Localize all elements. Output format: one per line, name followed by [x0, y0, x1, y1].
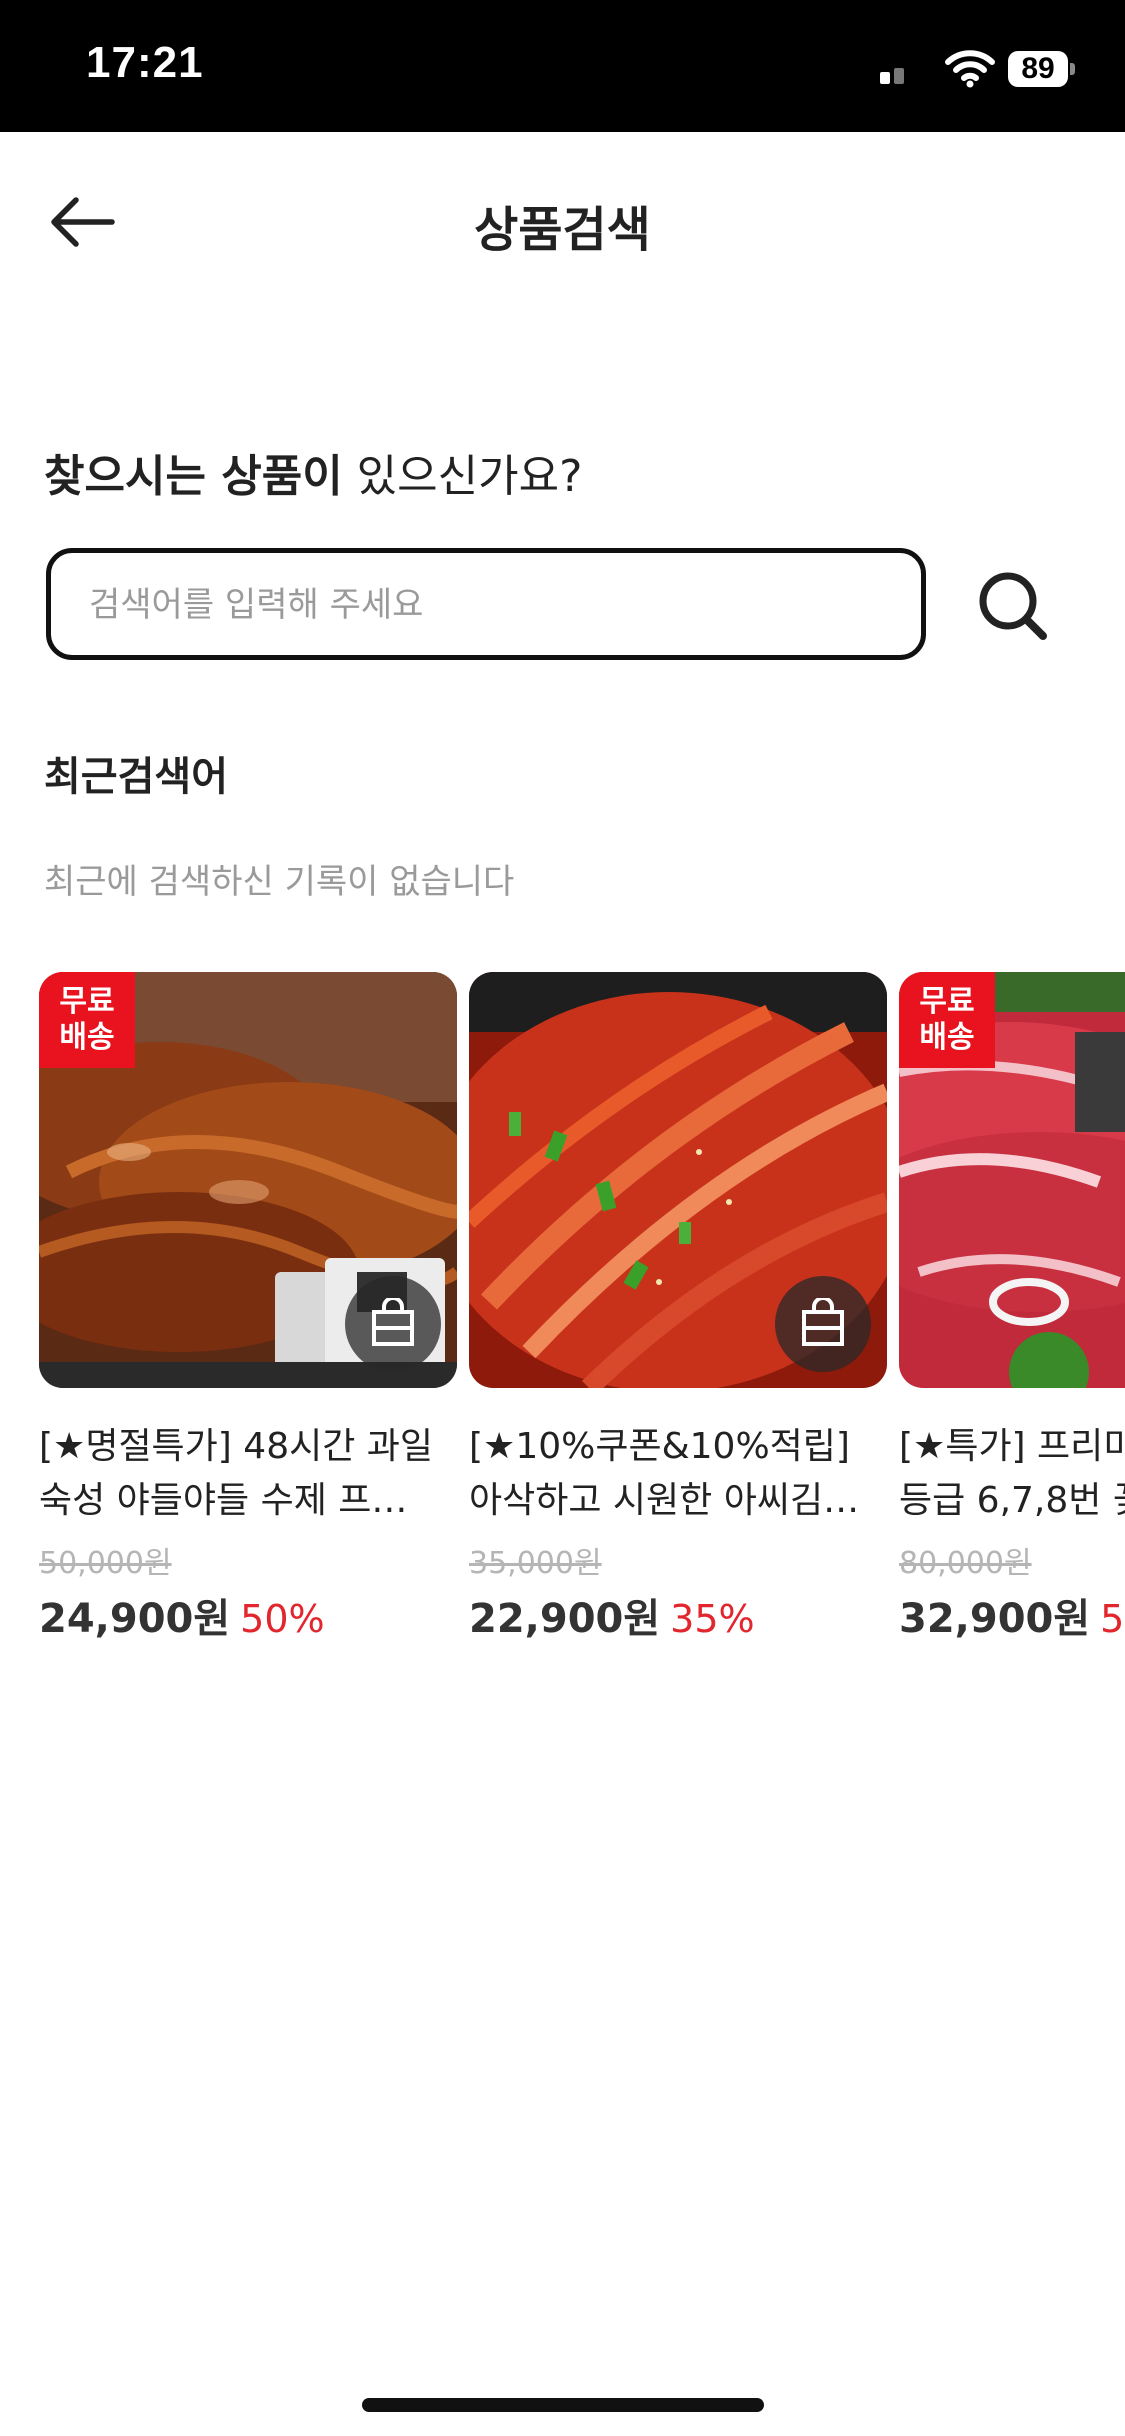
magnifier-icon: [979, 572, 1047, 640]
add-to-cart-button[interactable]: [775, 1276, 871, 1372]
search-input[interactable]: [87, 553, 891, 657]
sale-price: 22,900원: [469, 1596, 661, 1642]
search-box[interactable]: [46, 548, 926, 660]
price-row: 32,900원59: [899, 1586, 1125, 1644]
header: 상품검색: [0, 132, 1125, 308]
product-name-line1: [★10%쿠폰&10%적립]: [469, 1426, 850, 1467]
battery-icon: 89: [1008, 51, 1075, 87]
add-to-cart-button[interactable]: [345, 1276, 441, 1372]
battery-level: 89: [1008, 51, 1068, 87]
original-price: 80,000원: [899, 1546, 1032, 1581]
original-price: 50,000원: [39, 1546, 172, 1581]
sale-price: 24,900원: [39, 1596, 231, 1642]
free-shipping-badge: 무료 배송: [899, 972, 995, 1068]
product-image: 무료 배송: [39, 972, 457, 1388]
discount-rate: 50%: [240, 1597, 325, 1641]
shopping-bag-icon: [372, 1298, 414, 1346]
product-image: 무료 배송: [899, 972, 1125, 1388]
price-row: 24,900원 50%: [39, 1586, 325, 1644]
product-image: [469, 972, 887, 1388]
product-name-line2: 아삭하고 시원한 아씨김…: [469, 1480, 860, 1521]
wifi-icon: [944, 48, 996, 88]
sale-price: 32,900원: [899, 1596, 1091, 1642]
product-name-line1: [★특가] 프리미: [899, 1426, 1125, 1467]
product-name-line1: [★명절특가] 48시간 과일: [39, 1426, 434, 1467]
price-row: 22,900원 35%: [469, 1586, 755, 1644]
recent-searches-empty: 최근에 검색하신 기록이 없습니다: [44, 862, 515, 902]
search-prompt: 찾으시는 상품이 있으신가요?: [44, 440, 582, 504]
discount-rate: 59: [1100, 1597, 1125, 1641]
home-indicator[interactable]: [362, 2398, 764, 2412]
status-bar: 17:21 89: [0, 0, 1125, 132]
search-prompt-rest: 있으신가요?: [342, 451, 583, 502]
status-time: 17:21: [86, 38, 204, 87]
product-name-line2: 등급 6,7,8번 꽃: [899, 1480, 1125, 1521]
page-title: 상품검색: [474, 202, 651, 258]
search-button[interactable]: [975, 568, 1051, 644]
free-shipping-badge: 무료 배송: [39, 972, 135, 1068]
discount-rate: 35%: [670, 1597, 755, 1641]
original-price: 35,000원: [469, 1546, 602, 1581]
shopping-bag-icon: [802, 1298, 844, 1346]
search-prompt-bold: 찾으시는 상품이: [44, 451, 343, 502]
recent-searches-title: 최근검색어: [44, 754, 228, 800]
cellular-signal-icon: [880, 66, 906, 84]
product-name-line2: 숙성 야들야들 수제 프…: [39, 1480, 408, 1521]
product-carousel[interactable]: 무료 배송 [★명절특가] 48시간 과일 숙성 야들야들 수제 프… 50,0…: [0, 972, 1125, 1672]
